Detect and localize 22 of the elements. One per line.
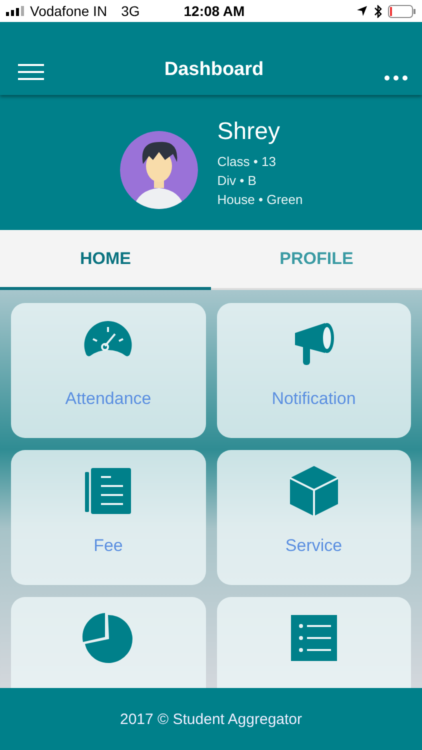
student-detail: House • Green <box>217 192 303 207</box>
cube-icon <box>286 464 341 518</box>
dashboard-tile[interactable]: Notification <box>216 303 411 438</box>
tab[interactable]: PROFILE <box>211 230 422 290</box>
student-detail: Div • B <box>217 173 258 188</box>
header-title: Dashboard <box>164 59 264 81</box>
status-time: 12:08 AM <box>184 3 245 19</box>
carrier-name: Vodafone IN <box>30 3 108 19</box>
student-detail: Class • 13 <box>217 154 277 169</box>
student-name: Shrey <box>217 118 281 146</box>
network-type: 3G <box>121 3 140 19</box>
signal-icon <box>6 6 24 16</box>
footer-text: 2017 © Student Aggregator <box>120 710 302 728</box>
more-icon[interactable] <box>384 75 408 81</box>
battery-icon <box>388 4 416 18</box>
menu-icon[interactable] <box>18 63 44 81</box>
dashboard-tile[interactable]: Service <box>216 450 411 585</box>
dashboard-tile[interactable]: Fee <box>11 450 206 585</box>
bluetooth-icon <box>374 4 382 18</box>
dashboard-tile[interactable]: Attendance <box>11 303 206 438</box>
location-icon <box>356 5 368 17</box>
pie-chart-icon <box>81 611 136 665</box>
